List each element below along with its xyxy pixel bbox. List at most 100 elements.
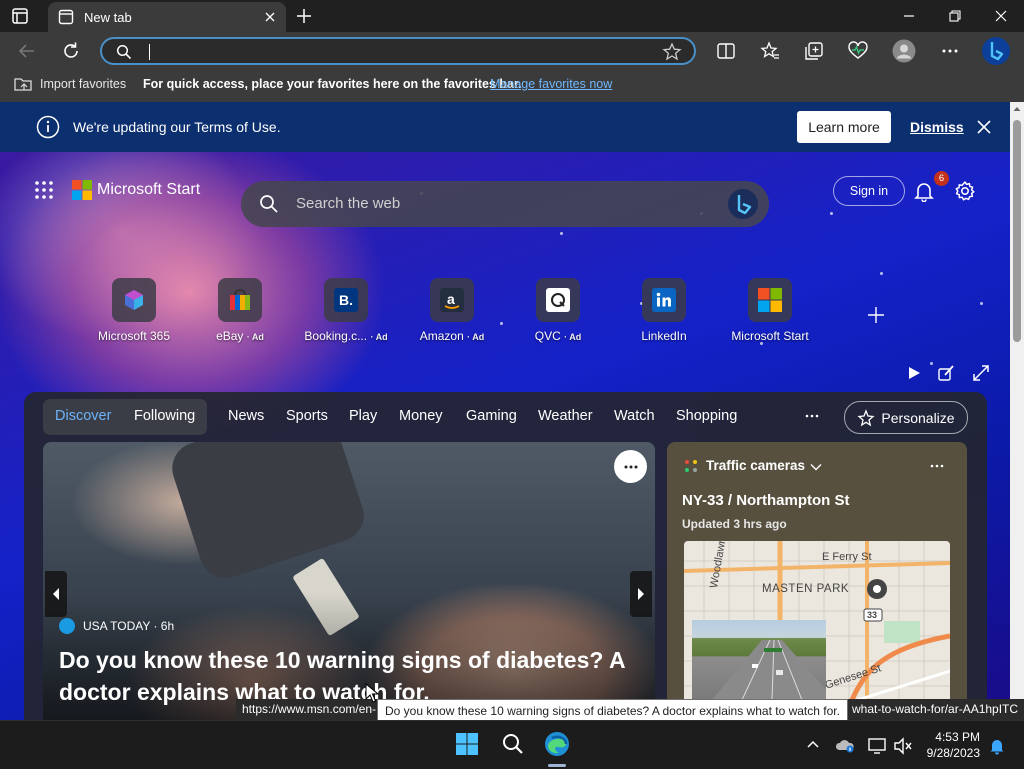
quick-link-amazon[interactable]: a Amazon · Ad	[402, 278, 502, 343]
quick-link-qvc[interactable]: QVC · Ad	[508, 278, 608, 343]
traffic-more-options-icon[interactable]	[929, 458, 945, 474]
nav-gaming[interactable]: Gaming	[466, 408, 517, 424]
map-label-street: E Ferry St	[822, 551, 872, 563]
import-favorites-label: Import favorites	[40, 77, 127, 91]
browser-essentials-icon[interactable]	[847, 40, 869, 62]
microsoft-365-icon	[112, 278, 156, 322]
dismiss-link[interactable]: Dismiss	[910, 119, 964, 135]
favorites-bar-message: For quick access, place your favorites h…	[143, 77, 522, 91]
quick-link-microsoft-start[interactable]: Microsoft Start	[720, 278, 820, 343]
tab-following[interactable]: Following	[134, 408, 195, 424]
customize-brush-icon[interactable]	[937, 364, 955, 382]
favorites-icon[interactable]	[759, 40, 781, 62]
settings-gear-icon[interactable]	[954, 180, 976, 202]
close-window-icon[interactable]	[978, 0, 1024, 32]
split-screen-icon[interactable]	[715, 40, 737, 62]
carousel-next-arrow-icon[interactable]	[630, 571, 652, 617]
scrollbar-thumb[interactable]	[1013, 120, 1021, 342]
source-logo-icon	[59, 618, 75, 634]
nav-weather[interactable]: Weather	[538, 408, 593, 424]
refresh-icon[interactable]	[60, 40, 82, 62]
bing-copilot-icon[interactable]	[981, 36, 1011, 66]
address-bar[interactable]	[100, 37, 696, 65]
manage-favorites-link[interactable]: Manage favorites now	[490, 77, 612, 91]
notification-bell-icon[interactable]	[988, 737, 1006, 755]
bing-chat-icon[interactable]	[727, 188, 759, 220]
tab-new-tab[interactable]: New tab	[48, 2, 286, 32]
import-folder-icon	[14, 76, 32, 92]
restore-icon[interactable]	[932, 0, 978, 32]
personalize-button[interactable]: Personalize	[844, 401, 968, 434]
tab-title: New tab	[84, 10, 132, 25]
quick-link-label: LinkedIn	[641, 329, 687, 343]
ad-label: · Ad	[564, 332, 582, 342]
map-route-number: 33	[867, 610, 878, 620]
camera-updated-time: Updated 3 hrs ago	[682, 517, 787, 531]
personalize-label: Personalize	[881, 409, 955, 426]
quick-link-ebay[interactable]: eBay · Ad	[190, 278, 290, 343]
ebay-bag-icon	[218, 278, 262, 322]
quick-link-label: Microsoft 365	[97, 329, 171, 343]
import-favorites-button[interactable]: Import favorites	[14, 76, 126, 92]
favorite-star-icon[interactable]	[662, 42, 682, 62]
more-categories-icon[interactable]	[804, 406, 820, 426]
scroll-up-arrow-icon[interactable]	[1010, 102, 1024, 116]
microsoft-logo-icon	[72, 180, 92, 200]
show-hidden-icons-chevron-icon[interactable]	[805, 737, 821, 753]
tab-actions-icon[interactable]	[10, 6, 38, 28]
article-source: USA TODAY · 6h	[59, 618, 174, 634]
app-launcher-grid-icon[interactable]	[34, 180, 54, 200]
nav-play[interactable]: Play	[349, 408, 377, 424]
quick-link-label: Booking.c...	[304, 329, 368, 343]
quick-link-booking[interactable]: B. Booking.c... · Ad	[296, 278, 396, 343]
chevron-down-icon[interactable]	[809, 460, 823, 474]
status-bar-url: https://www.msn.com/en-	[236, 699, 382, 720]
learn-more-button[interactable]: Learn more	[797, 111, 891, 143]
brand-title[interactable]: Microsoft Start	[97, 181, 200, 199]
onedrive-cloud-icon[interactable]	[835, 737, 855, 753]
new-tab-page-icon	[58, 9, 74, 25]
network-display-icon[interactable]	[867, 737, 887, 755]
taskbar-search-icon[interactable]	[501, 732, 525, 756]
search-placeholder: Search the web	[296, 195, 401, 212]
nav-news[interactable]: News	[228, 408, 264, 424]
notification-count-badge: 6	[934, 171, 949, 186]
quick-link-linkedin[interactable]: LinkedIn	[614, 278, 714, 343]
qvc-icon	[536, 278, 580, 322]
quick-link-label: eBay	[216, 329, 244, 343]
nav-shopping[interactable]: Shopping	[676, 408, 737, 424]
nav-watch[interactable]: Watch	[614, 408, 655, 424]
tab-discover[interactable]: Discover	[55, 408, 111, 424]
settings-more-icon[interactable]	[939, 40, 961, 62]
traffic-card-title[interactable]: Traffic cameras	[706, 458, 805, 473]
camera-snapshot-image[interactable]	[692, 620, 826, 700]
play-background-icon[interactable]	[906, 365, 922, 381]
banner-close-icon[interactable]	[977, 120, 991, 134]
quick-link-microsoft-365[interactable]: Microsoft 365	[84, 278, 184, 343]
nav-money[interactable]: Money	[399, 408, 443, 424]
windows-start-icon[interactable]	[455, 732, 479, 756]
sign-in-button[interactable]: Sign in	[833, 176, 905, 206]
web-search-box[interactable]: Search the web	[241, 181, 769, 227]
search-icon	[259, 194, 279, 214]
active-app-indicator	[548, 764, 566, 767]
notifications-bell-icon[interactable]	[913, 180, 935, 202]
minimize-icon[interactable]	[886, 0, 932, 32]
nav-sports[interactable]: Sports	[286, 408, 328, 424]
ad-label: · Ad	[246, 332, 264, 342]
tab-close-icon[interactable]	[262, 9, 278, 25]
speaker-muted-icon[interactable]	[893, 737, 913, 755]
profile-avatar[interactable]	[892, 39, 916, 63]
collections-icon[interactable]	[803, 40, 825, 62]
card-more-options-icon[interactable]	[614, 450, 647, 483]
carousel-prev-arrow-icon[interactable]	[45, 571, 67, 617]
clock-date[interactable]: 9/28/2023	[918, 746, 980, 760]
back-arrow-icon[interactable]	[16, 40, 38, 62]
add-shortcut-plus-icon[interactable]	[866, 305, 886, 325]
microsoft-start-icon	[748, 278, 792, 322]
clock-time[interactable]: 4:53 PM	[932, 730, 980, 744]
new-tab-plus-icon[interactable]	[294, 6, 316, 28]
edge-browser-icon[interactable]	[543, 730, 571, 758]
expand-icon[interactable]	[972, 364, 990, 382]
sparkle-star-icon	[857, 408, 875, 427]
